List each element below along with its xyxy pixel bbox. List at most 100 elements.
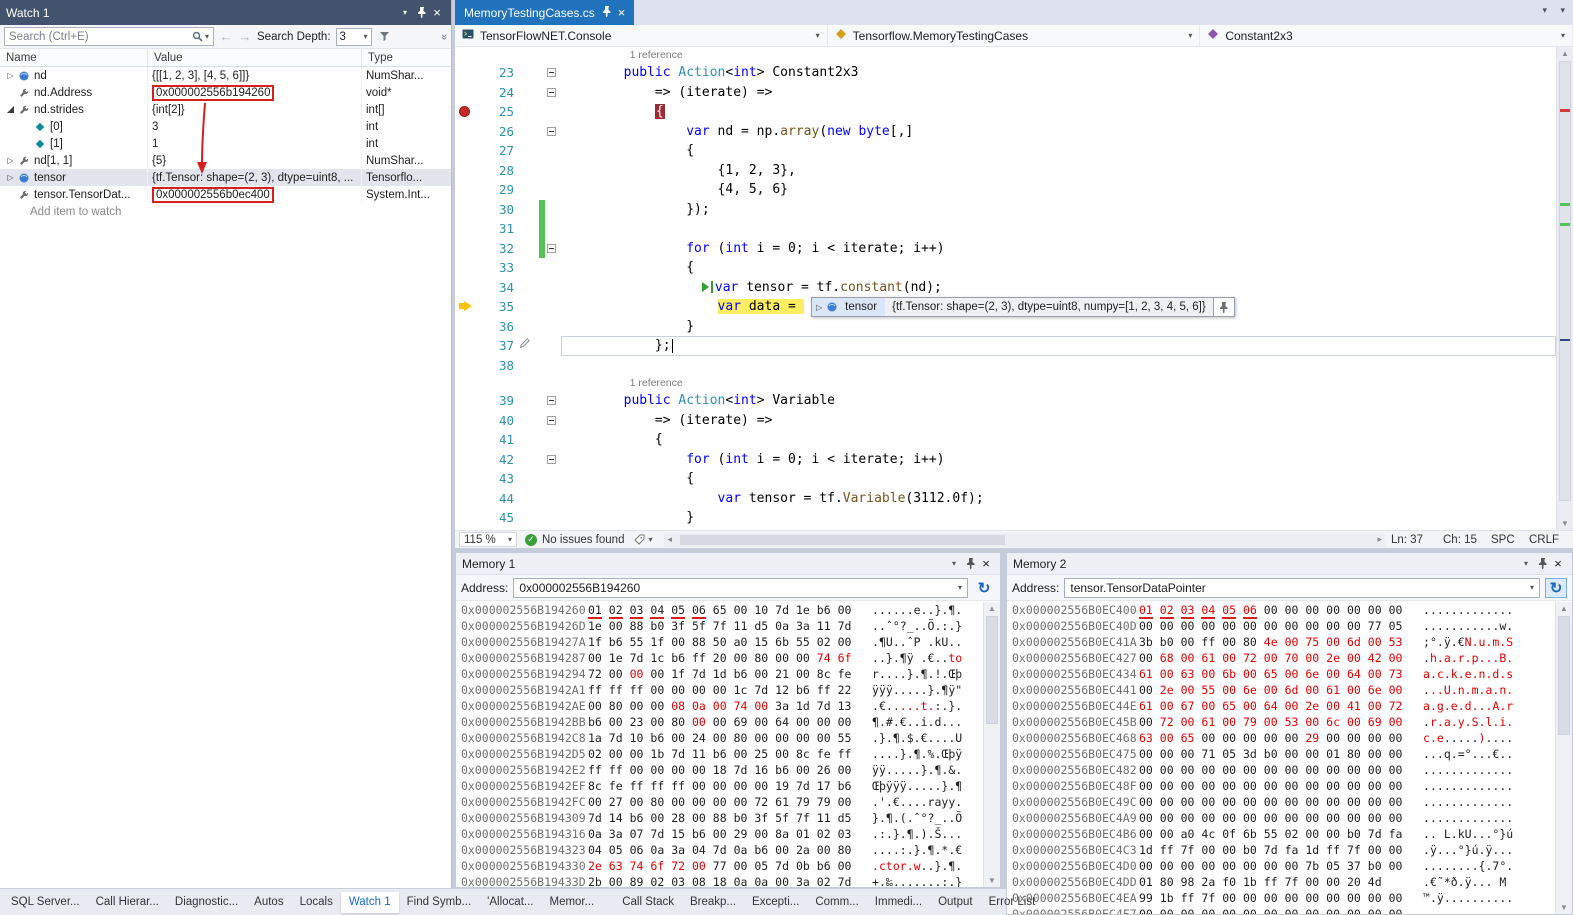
watch-row[interactable]: [0]3int [0,118,451,135]
column-header-name[interactable]: Name [0,49,148,66]
memory-row[interactable]: 0x000002556B19427A1f b6 55 1f 00 88 50 a… [456,634,983,650]
watch-row[interactable]: ▷tensor{tf.Tensor: shape=(2, 3), dtype=u… [0,169,451,186]
column-header-value[interactable]: Value [148,49,362,66]
member-dropdown[interactable]: Constant2x3 ▾ [1200,25,1573,46]
pin-icon[interactable] [413,5,429,21]
glyph-margin[interactable] [455,411,477,431]
code-line-25[interactable]: 25 { [455,102,1556,122]
glyph-margin[interactable] [455,356,477,376]
glyph-margin[interactable] [455,391,477,411]
project-dropdown[interactable]: TensorFlowNET.Console ▾ [455,25,828,46]
code-line-45[interactable]: 45 } [455,508,1556,528]
memory2-header[interactable]: Memory 2 ▾ × [1007,553,1572,575]
code-line-26[interactable]: 26 var nd = np.array(new byte[,] [455,122,1556,142]
memory-row[interactable]: 0x000002556B0EC44100 2e 00 55 00 6e 00 6… [1007,682,1555,698]
memory2-scrollbar[interactable]: ▲ ▼ [1555,602,1572,914]
scroll-down-icon[interactable]: ▼ [984,876,1000,885]
expander-icon[interactable]: ▷ [4,156,17,165]
memory-row[interactable]: 0x000002556B0EC40D00 00 00 00 00 00 00 0… [1007,618,1555,634]
memory-row[interactable]: 0x000002556B0EC49C00 00 00 00 00 00 00 0… [1007,794,1555,810]
window-menu-icon[interactable]: ▾ [1560,5,1565,16]
fold-collapse-icon[interactable] [547,416,556,425]
glyph-margin[interactable] [455,430,477,450]
memory-row[interactable]: 0x000002556B0EC4EA99 1b ff 7f 00 00 00 0… [1007,890,1555,906]
toolbar-overflow-icon[interactable]: » [438,33,450,39]
panel-tab-comm[interactable]: Comm... [807,892,866,913]
glyph-margin[interactable] [455,317,477,337]
memory-row[interactable]: 0x000002556B1942AE00 80 00 00 08 0a 00 7… [456,698,983,714]
code-line-28[interactable]: 28 {1, 2, 3}, [455,161,1556,181]
memory-row[interactable]: 0x000002556B1942BBb6 00 23 00 80 00 00 6… [456,714,983,730]
code-line-32[interactable]: 32 for (int i = 0; i < iterate; i++) [455,239,1556,259]
code-line-38[interactable]: 38 [455,356,1556,376]
memory-row[interactable]: 0x000002556B0EC41A3b b0 00 ff 00 80 4e 0… [1007,634,1555,650]
memory-row[interactable]: 0x000002556B0EC4F700 00 00 00 00 00 00 0… [1007,906,1555,914]
memory-row[interactable]: 0x000002556B1942FC00 27 00 80 00 00 00 0… [456,794,983,810]
panel-tab-call-stack[interactable]: Call Stack [614,892,682,913]
panel-tab-immedi[interactable]: Immedi... [867,892,930,913]
memory-row[interactable]: 0x000002556B0EC42700 68 00 61 00 72 00 7… [1007,650,1555,666]
expander-icon[interactable] [4,106,17,113]
code-line-42[interactable]: 42 for (int i = 0; i < iterate; i++) [455,450,1556,470]
code-line-24[interactable]: 24 => (iterate) => [455,83,1556,103]
code-line-36[interactable]: 36 } [455,317,1556,337]
memory-row[interactable]: 0x000002556B1942D502 00 00 1b 7d 11 b6 0… [456,746,983,762]
glyph-margin[interactable] [455,102,477,122]
memory-row[interactable]: 0x000002556B19432304 05 06 0a 3a 04 7d 0… [456,842,983,858]
memory-row[interactable]: 0x000002556B0EC48F00 00 00 00 00 00 00 0… [1007,778,1555,794]
fold-collapse-icon[interactable] [547,244,556,253]
memory-row[interactable]: 0x000002556B0EC43461 00 63 00 6b 00 65 0… [1007,666,1555,682]
close-icon[interactable]: × [1550,556,1566,572]
glyph-margin[interactable] [455,469,477,489]
watch-row[interactable]: nd.strides{int[2]}int[] [0,101,451,118]
memory-row[interactable]: 0x000002556B0EC40001 02 03 04 05 06 00 0… [1007,602,1555,618]
watch-panel-header[interactable]: Watch 1 ▾ × [0,0,451,25]
address-input[interactable]: tensor.TensorDataPointer ▾ [1064,578,1540,598]
memory2-hex-view[interactable]: 0x000002556B0EC40001 02 03 04 05 06 00 0… [1007,602,1555,914]
panel-tab-diagnostic[interactable]: Diagnostic... [167,892,246,913]
memory-row[interactable]: 0x000002556B1943302e 63 74 6f 72 00 77 0… [456,858,983,874]
fold-collapse-icon[interactable] [547,127,556,136]
panel-tab-autos[interactable]: Autos [246,892,291,913]
data-tip-expandable[interactable]: ▷ tensor [812,298,885,316]
search-icon[interactable]: ▾ [192,31,209,42]
health-indicator-icon[interactable]: ▾ [634,534,652,545]
scrollbar-thumb[interactable] [680,535,1004,545]
memory-row[interactable]: 0x000002556B1942E2ff ff 00 00 00 00 18 7… [456,762,983,778]
scrollbar-thumb[interactable] [1559,61,1571,501]
window-position-icon[interactable]: ▾ [397,5,413,21]
glyph-margin[interactable] [455,489,477,509]
watch-row[interactable]: tensor.TensorDat...0x000002556b0ec400Sys… [0,186,451,203]
glyph-margin[interactable] [455,278,477,298]
scroll-down-icon[interactable]: ▼ [1557,519,1573,528]
watch-row[interactable]: nd.Address0x000002556b194260void* [0,84,451,101]
memory-row[interactable]: 0x000002556B19428700 1e 7d 1c b6 ff 20 0… [456,650,983,666]
memory-row[interactable]: 0x000002556B1943097d 14 b6 00 28 00 88 b… [456,810,983,826]
fold-collapse-icon[interactable] [547,455,556,464]
glyph-margin[interactable] [455,219,477,239]
fold-collapse-icon[interactable] [547,396,556,405]
memory-row[interactable]: 0x000002556B0EC45B00 72 00 61 00 79 00 5… [1007,714,1555,730]
close-icon[interactable]: × [429,5,445,21]
memory1-hex-view[interactable]: 0x000002556B19426001 02 03 04 05 06 65 0… [456,602,983,887]
code-line-41[interactable]: 41 { [455,430,1556,450]
glyph-margin[interactable] [455,239,477,259]
pin-icon[interactable] [602,6,611,20]
memory1-scrollbar[interactable]: ▲ ▼ [983,602,1000,887]
memory-row[interactable]: 0x000002556B0EC4A900 00 00 00 00 00 00 0… [1007,810,1555,826]
search-depth-select[interactable]: 3▾ [336,28,372,46]
panel-tab-output[interactable]: Output [930,892,981,913]
memory-row[interactable]: 0x000002556B1942A1ff ff ff 00 00 00 00 1… [456,682,983,698]
watch-row[interactable]: ▷nd[1, 1]{5}NumShar... [0,152,451,169]
expander-icon[interactable]: ▷ [816,303,822,312]
watch-row[interactable]: ▷nd{[[1, 2, 3], [4, 5, 6]]}NumShar... [0,67,451,84]
code-line-31[interactable]: 31 [455,219,1556,239]
data-tip[interactable]: ▷ tensor {tf.Tensor: shape=(2, 3), dtype… [811,297,1235,317]
code-line-43[interactable]: 43 { [455,469,1556,489]
code-line-33[interactable]: 33 { [455,258,1556,278]
glyph-margin[interactable] [455,161,477,181]
memory-row[interactable]: 0x000002556B1942C81a 7d 10 b6 00 24 00 8… [456,730,983,746]
memory-row[interactable]: 0x000002556B19426001 02 03 04 05 06 65 0… [456,602,983,618]
glyph-margin[interactable] [455,297,477,317]
scroll-right-icon[interactable]: ▸ [1377,534,1382,545]
